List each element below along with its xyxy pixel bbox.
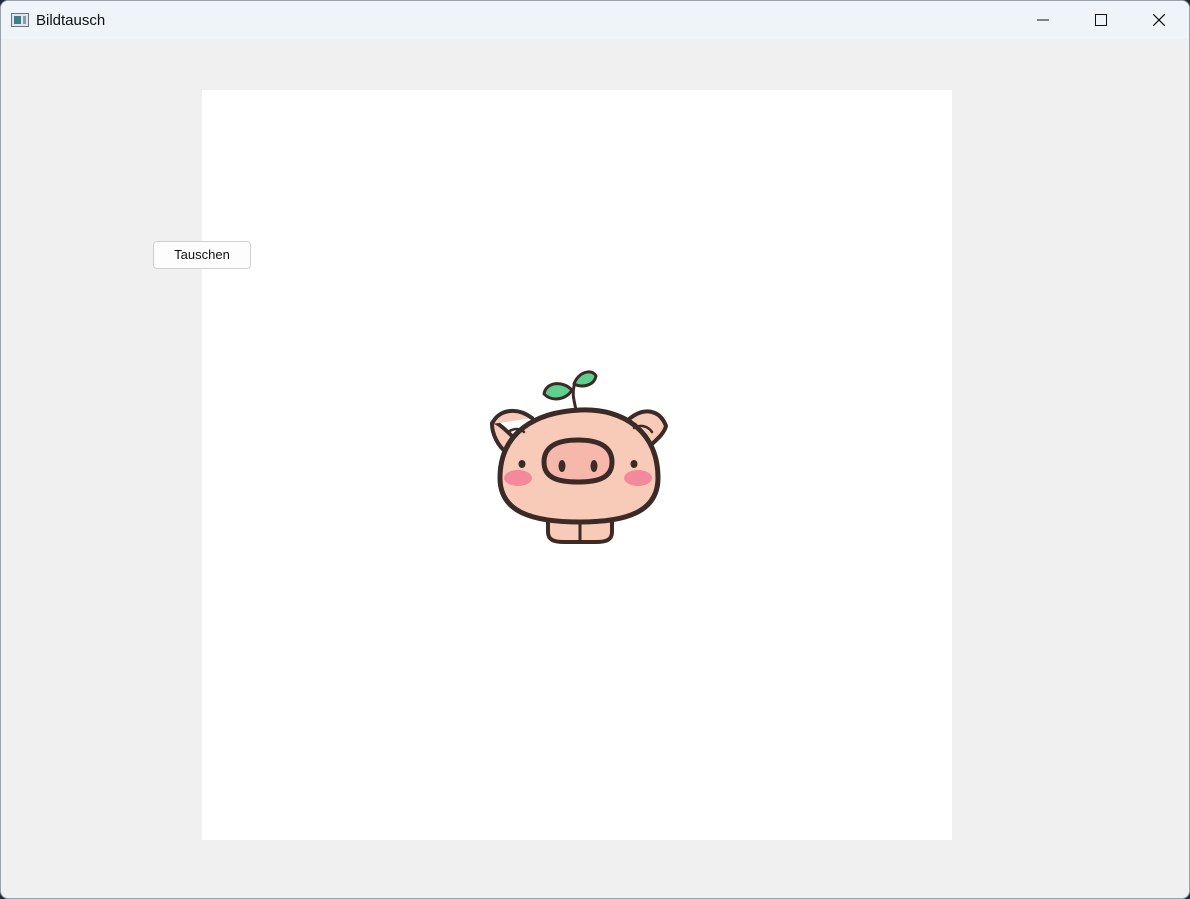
app-window: Bildtausch Tauschen [0,0,1190,899]
close-icon [1153,14,1165,26]
minimize-button[interactable] [1014,1,1072,39]
swap-button[interactable]: Tauschen [153,241,251,269]
maximize-button[interactable] [1072,1,1130,39]
minimize-icon [1037,19,1049,21]
close-button[interactable] [1130,1,1188,39]
title-bar[interactable]: Bildtausch [1,1,1189,39]
maximize-icon [1095,14,1107,26]
image-display [202,90,952,840]
pig-illustration [490,370,668,544]
window-title: Bildtausch [36,12,106,29]
app-icon [11,13,29,27]
